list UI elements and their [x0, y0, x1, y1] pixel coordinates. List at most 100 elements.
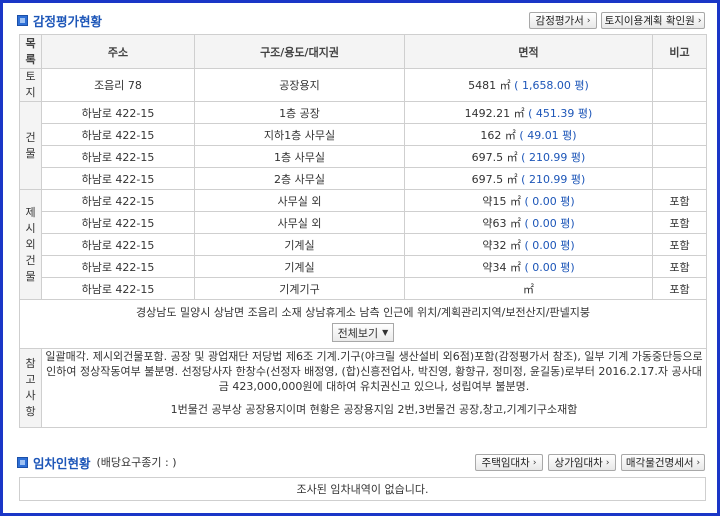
appraisal-section-header: 감정평가현황 [17, 9, 102, 31]
cell-note: 포함 [652, 277, 707, 300]
notes-text-2: 1번물건 공부상 공장용지이며 현황은 공장용지임 2번,3번물건 공장,창고,… [170, 403, 578, 416]
cell-address: 조음리 78 [41, 68, 195, 102]
cell-structure: 기계실 [194, 255, 405, 278]
cell-structure: 지하1층 사무실 [194, 123, 405, 146]
group-label-excluded: 제시외건물 [19, 189, 42, 300]
tenant-subtitle: (배당요구종기 : ) [96, 456, 177, 469]
cell-note [652, 68, 707, 102]
cell-structure: 기계기구 [194, 277, 405, 300]
section-bullet-icon [17, 14, 28, 26]
arrow-right-icon: › [697, 15, 702, 26]
view-all-dropdown[interactable]: 전체보기 ▼ [331, 323, 395, 342]
sale-detail-label: 매각물건명세서 [625, 457, 694, 469]
table-row: 하남로 422-15 1층 사무실 697.5 ㎡ ( 210.99 평) [20, 145, 707, 168]
land-plan-button[interactable]: 토지이용계획 확인원 › [601, 12, 705, 29]
notes-cell: 일괄매각. 제시외건물포함. 공장 및 광업재단 저당법 제6조 기계.기구(야… [41, 348, 707, 428]
cell-address: 하남로 422-15 [41, 189, 195, 212]
cell-note [652, 123, 707, 146]
header-note: 비고 [652, 34, 707, 69]
appraisal-table: 목록 주소 구조/용도/대지권 면적 비고 토지 조음리 78 공장용지 548… [19, 34, 707, 428]
arrow-right-icon: › [696, 457, 701, 468]
house-lease-label: 주택임대차 [481, 457, 530, 469]
cell-area: 1492.21 ㎡ ( 451.39 평) [404, 101, 653, 124]
cell-address: 하남로 422-15 [41, 101, 195, 124]
cell-note: 포함 [652, 211, 707, 234]
cell-address: 하남로 422-15 [41, 277, 195, 300]
house-lease-button[interactable]: 주택임대차 › [475, 454, 543, 471]
group-label-land: 토지 [19, 68, 42, 102]
land-plan-label: 토지이용계획 확인원 [604, 15, 695, 27]
table-header-row: 목록 주소 구조/용도/대지권 면적 비고 [19, 34, 707, 69]
store-lease-label: 상가임대차 [554, 457, 603, 469]
tenant-empty-box: 조사된 임차내역이 없습니다. [19, 477, 706, 501]
cell-area: 약34 ㎡ ( 0.00 평) [404, 255, 653, 278]
cell-address: 하남로 422-15 [41, 233, 195, 256]
location-cell: 경상남도 밀양시 상남면 조음리 소재 상남휴게소 남측 인근에 위치/계획관리… [19, 299, 707, 349]
cell-note [652, 101, 707, 124]
header-structure: 구조/용도/대지권 [194, 34, 405, 69]
cell-note: 포함 [652, 255, 707, 278]
cell-address: 하남로 422-15 [41, 255, 195, 278]
table-row: 건물 하남로 422-15 1층 공장 1492.21 ㎡ ( 451.39 평… [19, 101, 707, 190]
cell-structure: 사무실 외 [194, 211, 405, 234]
header-address: 주소 [41, 34, 195, 69]
appraisal-report-button[interactable]: 감정평가서 › [529, 12, 597, 29]
table-row: 하남로 422-15 기계기구 ㎡ 포함 [20, 277, 707, 300]
cell-address: 하남로 422-15 [41, 145, 195, 168]
cell-pyeong: ( 49.01 평) [519, 128, 577, 142]
cell-area: 162 ㎡ ( 49.01 평) [404, 123, 653, 146]
cell-structure: 1층 사무실 [194, 145, 405, 168]
view-all-label: 전체보기 [337, 326, 379, 340]
table-row: 하남로 422-15 기계실 약34 ㎡ ( 0.00 평) 포함 [20, 255, 707, 278]
location-row: 경상남도 밀양시 상남면 조음리 소재 상남휴게소 남측 인근에 위치/계획관리… [19, 299, 707, 349]
appraisal-title: 감정평가현황 [33, 13, 103, 29]
tenant-empty-text: 조사된 임차내역이 없습니다. [296, 483, 429, 496]
cell-note [652, 145, 707, 168]
header-category: 목록 [19, 34, 42, 69]
cell-structure: 공장용지 [194, 68, 405, 102]
table-row: 하남로 422-15 사무실 외 약63 ㎡ ( 0.00 평) 포함 [20, 211, 707, 234]
store-lease-button[interactable]: 상가임대차 › [548, 454, 616, 471]
table-row: 하남로 422-15 2층 사무실 697.5 ㎡ ( 210.99 평) [20, 167, 707, 190]
table-row: 제시외건물 하남로 422-15 사무실 외 약15 ㎡ ( 0.00 평) 포… [19, 189, 707, 300]
tenant-title: 임차인현황 [33, 455, 91, 471]
cell-structure: 1층 공장 [194, 101, 405, 124]
cell-pyeong: ( 1,658.00 평) [514, 79, 589, 92]
group-label-building: 건물 [19, 101, 42, 190]
cell-pyeong: ( 0.00 평) [524, 260, 575, 274]
location-description: 경상남도 밀양시 상남면 조음리 소재 상남휴게소 남측 인근에 위치/계획관리… [135, 306, 590, 319]
notes-label: 참고사항 [19, 348, 42, 428]
cell-structure: 2층 사무실 [194, 167, 405, 190]
cell-note: 포함 [652, 233, 707, 256]
appraisal-report-label: 감정평가서 [535, 15, 584, 27]
cell-area: 약32 ㎡ ( 0.00 평) [404, 233, 653, 256]
cell-area: 697.5 ㎡ ( 210.99 평) [404, 145, 653, 168]
header-area: 면적 [404, 34, 653, 69]
cell-note: 포함 [652, 189, 707, 212]
cell-area: 약63 ㎡ ( 0.00 평) [404, 211, 653, 234]
cell-note [652, 167, 707, 190]
cell-address: 하남로 422-15 [41, 211, 195, 234]
cell-pyeong: ( 451.39 평) [528, 106, 593, 120]
cell-address: 하남로 422-15 [41, 123, 195, 146]
table-row: 하남로 422-15 기계실 약32 ㎡ ( 0.00 평) 포함 [20, 233, 707, 256]
cell-pyeong: ( 0.00 평) [524, 216, 575, 230]
cell-area: ㎡ [404, 277, 653, 300]
notes-row: 참고사항 일괄매각. 제시외건물포함. 공장 및 광업재단 저당법 제6조 기계… [19, 348, 707, 428]
table-row: 토지 조음리 78 공장용지 5481 ㎡ ( 1,658.00 평) [19, 68, 707, 102]
sale-detail-button[interactable]: 매각물건명세서 › [621, 454, 705, 471]
section-bullet-icon [17, 456, 28, 468]
table-row: 하남로 422-15 지하1층 사무실 162 ㎡ ( 49.01 평) [20, 123, 707, 146]
arrow-right-icon: › [586, 15, 591, 26]
arrow-right-icon: › [605, 457, 610, 468]
cell-pyeong: ( 0.00 평) [524, 194, 575, 208]
cell-structure: 사무실 외 [194, 189, 405, 212]
arrow-right-icon: › [532, 457, 537, 468]
notes-text-1: 일괄매각. 제시외건물포함. 공장 및 광업재단 저당법 제6조 기계.기구(야… [45, 350, 703, 393]
cell-pyeong: ( 0.00 평) [524, 238, 575, 252]
cell-pyeong: ( 210.99 평) [521, 172, 586, 186]
chevron-down-icon: ▼ [382, 328, 389, 337]
cell-area: 5481 ㎡ ( 1,658.00 평) [404, 68, 653, 102]
cell-pyeong: ( 210.99 평) [521, 150, 586, 164]
cell-structure: 기계실 [194, 233, 405, 256]
